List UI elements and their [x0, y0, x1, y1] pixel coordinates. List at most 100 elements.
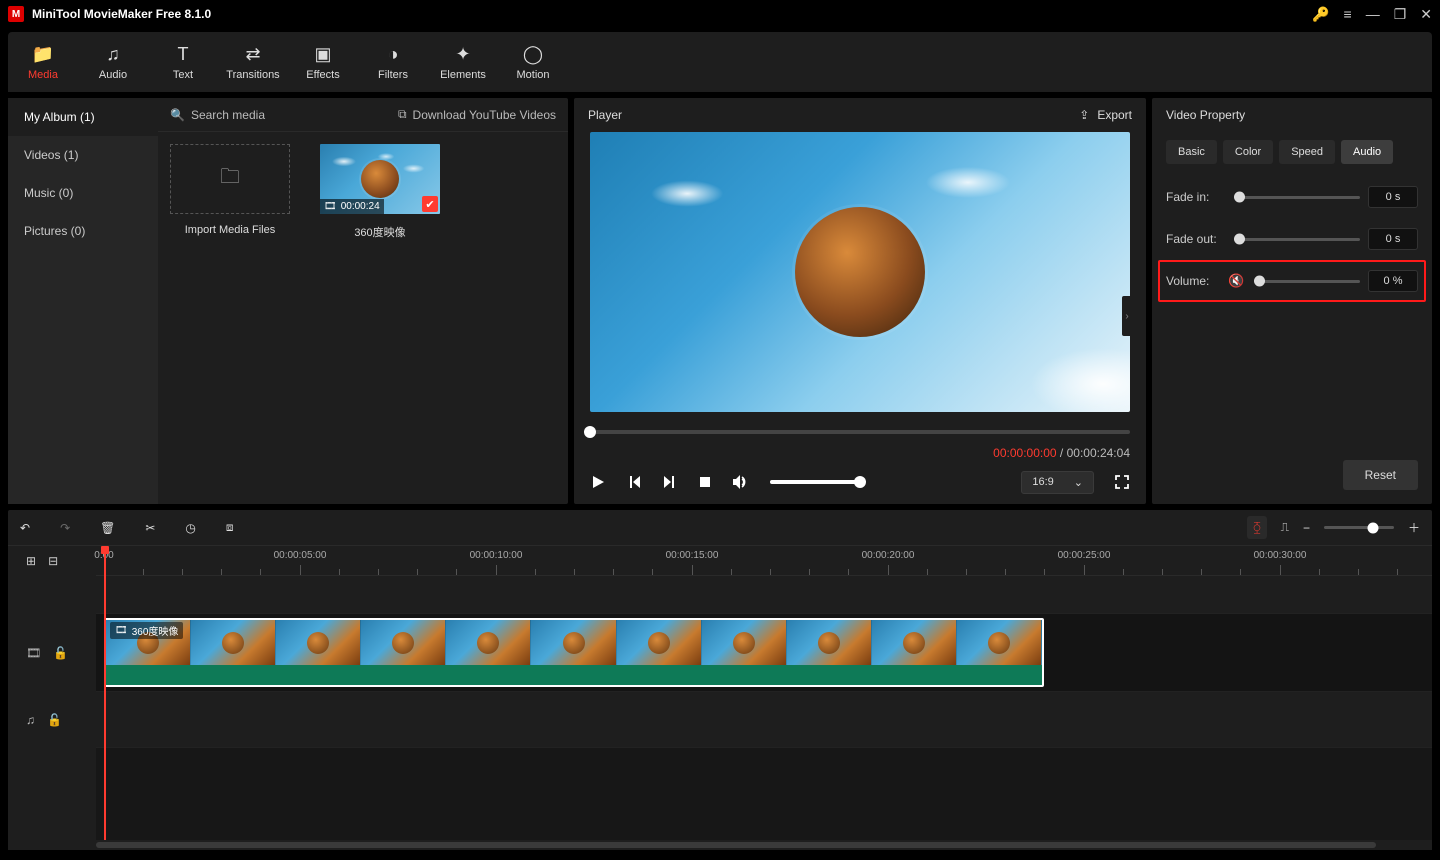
zoom-in-button[interactable]: ＋ — [1408, 519, 1420, 536]
fade-out-slider[interactable] — [1234, 238, 1360, 241]
film-icon: 🎞 — [115, 625, 128, 636]
tab-basic[interactable]: Basic — [1166, 140, 1217, 164]
ribbon: 📁Media ♫Audio TText ⇄Transitions ▣Effect… — [8, 32, 1432, 92]
video-track[interactable]: 🎞360度映像 — [96, 614, 1432, 692]
player-panel: Player ⇪ Export 00:00:00:00 / 00:00:24:0… — [574, 98, 1146, 504]
fade-in-value[interactable]: 0 s — [1368, 186, 1418, 208]
player-volume-slider[interactable] — [770, 480, 860, 484]
volume-icon[interactable] — [732, 474, 750, 490]
ribbon-audio[interactable]: ♫Audio — [78, 32, 148, 92]
stop-button[interactable] — [698, 475, 712, 489]
sidebar-item-videos[interactable]: Videos (1) — [8, 136, 158, 174]
speed-button[interactable]: ◷ — [185, 521, 195, 535]
ribbon-text[interactable]: TText — [148, 32, 218, 92]
sidebar-item-pictures[interactable]: Pictures (0) — [8, 212, 158, 250]
titlebar: M MiniTool MovieMaker Free 8.1.0 🔑 ≡ — ❐… — [0, 0, 1440, 28]
motion-icon: ◯ — [523, 44, 543, 65]
folder-icon: 🗀 — [220, 162, 240, 196]
audio-track-icon: ♫ — [26, 713, 35, 727]
fade-out-value[interactable]: 0 s — [1368, 228, 1418, 250]
video-track-icon: 🎞 — [26, 646, 41, 660]
zoom-slider[interactable] — [1324, 526, 1394, 529]
volume-slider[interactable] — [1254, 280, 1360, 283]
sidebar-item-music[interactable]: Music (0) — [8, 174, 158, 212]
video-clip[interactable]: 🎞360度映像 — [104, 618, 1044, 687]
media-clip-card[interactable]: 🎞00:00:24 ✔ 360度映像 — [320, 144, 440, 240]
tab-audio[interactable]: Audio — [1341, 140, 1393, 164]
ribbon-motion[interactable]: ◯Motion — [498, 32, 568, 92]
video-property-panel: Video Property Basic Color Speed Audio F… — [1152, 98, 1432, 504]
mute-icon[interactable]: 🔇 — [1228, 273, 1244, 289]
elements-icon: ✦ — [455, 44, 470, 65]
player-title: Player — [588, 108, 622, 122]
ribbon-effects[interactable]: ▣Effects — [288, 32, 358, 92]
tab-color[interactable]: Color — [1223, 140, 1273, 164]
search-icon: 🔍 — [170, 108, 185, 122]
check-icon: ✔ — [422, 196, 438, 212]
fullscreen-button[interactable] — [1114, 474, 1130, 490]
reset-button[interactable]: Reset — [1343, 460, 1418, 490]
download-youtube-button[interactable]: ⧉ Download YouTube Videos — [398, 107, 556, 122]
text-icon: T — [178, 44, 189, 65]
crop-button[interactable]: ⧈ — [226, 520, 234, 535]
search-placeholder: Search media — [191, 108, 265, 122]
app-logo: M — [8, 6, 24, 22]
folder-icon: 📁 — [32, 44, 54, 65]
clip-thumbnail: 🎞00:00:24 ✔ — [320, 144, 440, 214]
split-button[interactable]: ✂ — [145, 521, 155, 535]
prev-frame-button[interactable] — [626, 474, 642, 490]
download-icon: ⧉ — [398, 107, 407, 122]
ribbon-elements[interactable]: ✦Elements — [428, 32, 498, 92]
fade-in-slider[interactable] — [1234, 196, 1360, 199]
player-timecode: 00:00:00:00 / 00:00:24:04 — [590, 446, 1130, 460]
player-progress[interactable] — [590, 422, 1130, 442]
maximize-button[interactable]: ❐ — [1394, 6, 1407, 23]
close-button[interactable]: ✕ — [1420, 6, 1432, 23]
music-note-icon: ♫ — [106, 44, 120, 65]
hamburger-menu-icon[interactable]: ≡ — [1344, 6, 1352, 22]
search-media[interactable]: 🔍 Search media — [170, 108, 390, 122]
sidebar-item-myalbum[interactable]: My Album (1) — [8, 98, 158, 136]
tab-speed[interactable]: Speed — [1279, 140, 1335, 164]
volume-value[interactable]: 0 % — [1368, 270, 1418, 292]
next-frame-button[interactable] — [662, 474, 678, 490]
ribbon-transitions[interactable]: ⇄Transitions — [218, 32, 288, 92]
timeline-scrollbar[interactable] — [8, 840, 1432, 850]
app-title: MiniTool MovieMaker Free 8.1.0 — [32, 7, 1312, 21]
import-media-card[interactable]: 🗀 Import Media Files — [170, 144, 290, 236]
player-viewport[interactable] — [590, 132, 1130, 412]
redo-button[interactable]: ↷ — [60, 521, 70, 535]
aspect-ratio-select[interactable]: 16:9⌄ — [1021, 471, 1094, 494]
upgrade-key-icon[interactable]: 🔑 — [1312, 6, 1329, 23]
delete-button[interactable]: 🗑 — [100, 521, 115, 535]
ribbon-media[interactable]: 📁Media — [8, 32, 78, 92]
zoom-out-button[interactable]: − — [1303, 521, 1310, 535]
play-button[interactable] — [590, 474, 606, 490]
timeline: ↶ ↷ 🗑 ✂ ◷ ⧈ ⧲ ⎍ − ＋ ⊞ ⊟ 🎞 🔓 ♫ 🔓 — [8, 510, 1432, 850]
playhead[interactable] — [104, 546, 106, 840]
clip-audio-waveform — [106, 665, 1042, 685]
media-panel: My Album (1) Videos (1) Music (0) Pictur… — [8, 98, 568, 504]
export-button[interactable]: ⇪ Export — [1079, 108, 1132, 122]
lock-icon[interactable]: 🔓 — [53, 646, 68, 660]
film-icon: 🎞 — [324, 201, 337, 212]
marker-button[interactable]: ⎍ — [1281, 520, 1289, 535]
undo-button[interactable]: ↶ — [20, 521, 30, 535]
panel-collapse-handle[interactable]: › — [1122, 296, 1132, 336]
transitions-icon: ⇄ — [245, 44, 260, 65]
snap-toggle[interactable]: ⧲ — [1247, 516, 1266, 539]
volume-row: Volume: 🔇 0 % — [1158, 260, 1426, 302]
time-ruler[interactable]: 0:0000:00:05:0000:00:10:0000:00:15:0000:… — [96, 546, 1432, 576]
filters-icon: ◑ — [388, 44, 399, 65]
minimize-button[interactable]: — — [1366, 6, 1380, 22]
remove-track-button[interactable]: ⊟ — [48, 554, 58, 568]
audio-track[interactable] — [96, 692, 1432, 748]
ribbon-filters[interactable]: ◑Filters — [358, 32, 428, 92]
fade-in-row: Fade in: 0 s — [1152, 176, 1432, 218]
overlay-track[interactable] — [96, 576, 1432, 614]
add-track-button[interactable]: ⊞ — [26, 554, 36, 568]
chevron-down-icon: ⌄ — [1074, 476, 1083, 489]
fade-out-row: Fade out: 0 s — [1152, 218, 1432, 260]
property-title: Video Property — [1152, 98, 1432, 132]
lock-icon[interactable]: 🔓 — [47, 713, 62, 727]
